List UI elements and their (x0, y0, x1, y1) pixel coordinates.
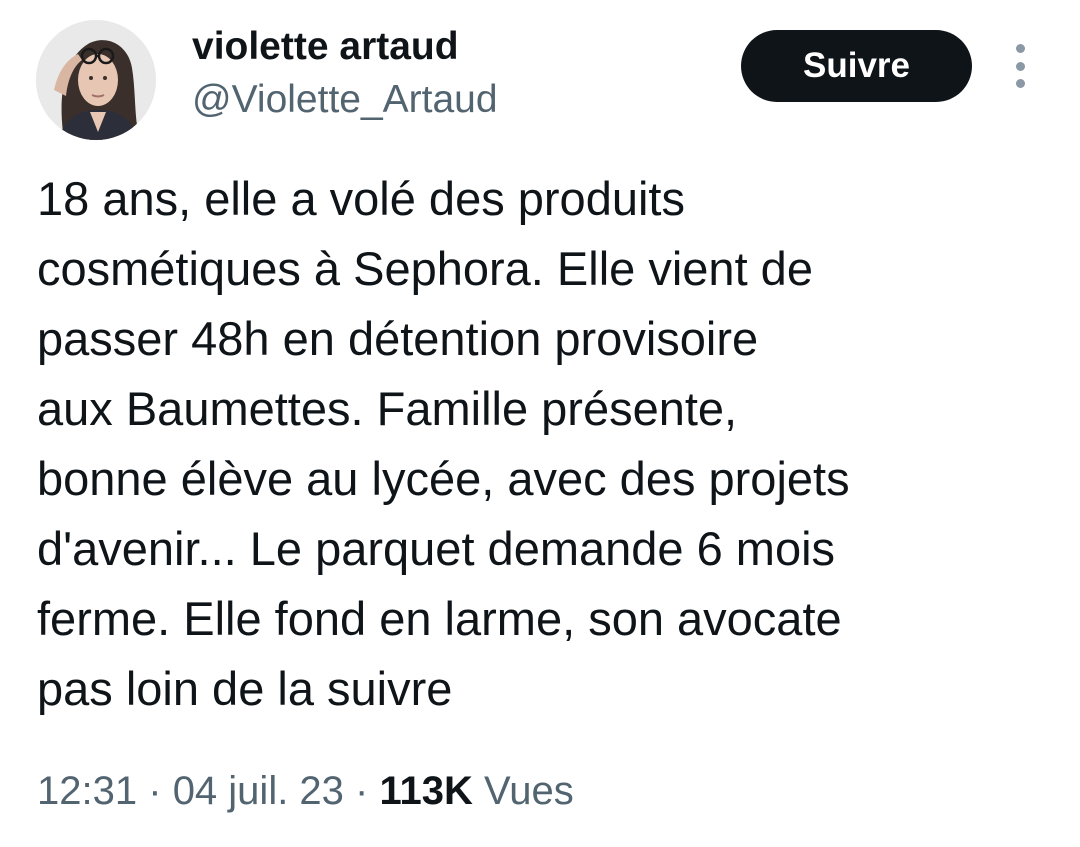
tweet-meta: 12:31 · 04 juil. 23 · 113K Vues (37, 765, 574, 817)
tweet-text-line: bonne élève au lycée, avec des projets (37, 452, 850, 505)
tweet-text-line: pas loin de la suivre (37, 662, 453, 715)
tweet-text-line: ferme. Elle fond en larme, son avocate (37, 592, 842, 645)
tweet-text-line: cosmétiques à Sephora. Elle vient de (37, 242, 813, 295)
follow-button[interactable]: Suivre (741, 30, 972, 102)
tweet-card: violette artaud @Violette_Artaud Suivre … (0, 0, 1080, 847)
views-count[interactable]: 113K (380, 769, 473, 813)
tweet-text-line: 18 ans, elle a volé des produits (37, 172, 685, 225)
author-display-name[interactable]: violette artaud (192, 24, 459, 70)
tweet-text-line: d'avenir... Le parquet demande 6 mois (37, 522, 836, 575)
more-options-button[interactable] (1002, 44, 1038, 88)
tweet-text: 18 ans, elle a volé des produits cosméti… (37, 164, 1047, 724)
tweet-date[interactable]: 04 juil. 23 (173, 769, 344, 813)
vertical-ellipsis-icon (1015, 61, 1025, 71)
tweet-text-line: passer 48h en détention provisoire (37, 312, 759, 365)
vertical-ellipsis-icon (1015, 79, 1025, 88)
vertical-ellipsis-icon (1015, 44, 1025, 53)
tweet-text-line: aux Baumettes. Famille présente, (37, 382, 738, 435)
views-label[interactable]: Vues (484, 769, 574, 813)
author-avatar[interactable] (36, 20, 156, 140)
author-handle[interactable]: @Violette_Artaud (192, 77, 498, 123)
meta-separator: · (355, 769, 369, 813)
profile-photo-icon (36, 20, 156, 140)
tweet-time[interactable]: 12:31 (37, 769, 137, 813)
meta-separator: · (148, 769, 162, 813)
